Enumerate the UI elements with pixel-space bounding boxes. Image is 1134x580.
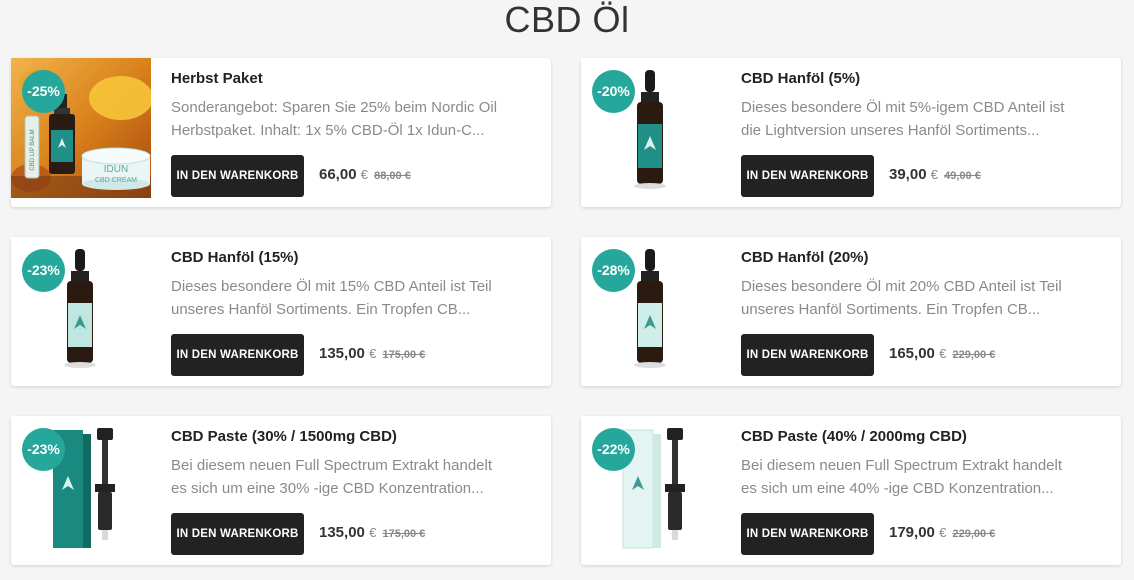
product-title[interactable]: CBD Paste (40% / 2000mg CBD)	[741, 428, 967, 445]
add-to-cart-button[interactable]: IN DEN WARENKORB	[171, 513, 304, 555]
old-price: 88,00 €	[374, 170, 411, 182]
cream-name-label: CBD CREAM	[95, 177, 137, 184]
product-description: Dieses besondere Öl mit 15% CBD Anteil i…	[171, 275, 531, 321]
discount-badge: -28%	[592, 249, 635, 292]
product-description: Bei diesem neuen Full Spectrum Extrakt h…	[741, 454, 1101, 500]
product-card-paste-40: -22% CBD Paste (40% / 2000mg CBD) Bei di…	[581, 416, 1121, 565]
description-line-2: unseres Hanföl Sortiments. Ein Tropfen C…	[171, 301, 471, 318]
price-block: 135,00 € 175,00 €	[319, 524, 425, 541]
description-line-2: Herbstpaket. Inhalt: 1x 5% CBD-Öl 1x Idu…	[171, 122, 485, 139]
discount-badge: -22%	[592, 428, 635, 471]
current-price: 135,00	[319, 345, 365, 362]
currency-symbol: €	[360, 167, 368, 182]
price-block: 135,00 € 175,00 €	[319, 345, 425, 362]
old-price: 229,00 €	[952, 349, 996, 361]
description-line-1: Dieses besondere Öl mit 20% CBD Anteil i…	[741, 278, 1062, 295]
product-card-hanfoel-5: -20% CBD Hanföl (5%) Dieses besondere Öl…	[581, 58, 1121, 207]
description-line-1: Bei diesem neuen Full Spectrum Extrakt h…	[741, 457, 1062, 474]
discount-badge: -25%	[22, 70, 65, 113]
description-line-1: Dieses besondere Öl mit 15% CBD Anteil i…	[171, 278, 492, 295]
product-card-paste-30: -23% CBD Paste (30% / 1500mg CBD) Bei di…	[11, 416, 551, 565]
description-line-2: unseres Hanföl Sortiments. Ein Tropfen C…	[741, 301, 1041, 318]
add-to-cart-button[interactable]: IN DEN WARENKORB	[171, 334, 304, 376]
page-title: CBD Öl	[504, 0, 630, 40]
current-price: 165,00	[889, 345, 935, 362]
current-price: 179,00	[889, 524, 935, 541]
description-line-2: es sich um eine 40% -ige CBD Konzentrati…	[741, 480, 1054, 497]
old-price: 175,00 €	[382, 528, 426, 540]
add-to-cart-button[interactable]: IN DEN WARENKORB	[741, 155, 874, 197]
product-card-hanfoel-15: -23% CBD Hanföl (15%) Dieses besondere Ö…	[11, 237, 551, 386]
lip-balm-label: CBD LIP BALM	[30, 129, 36, 170]
price-block: 66,00 € 88,00 €	[319, 166, 411, 183]
description-line-2: die Lightversion unseres Hanföl Sortimen…	[741, 122, 1040, 139]
currency-symbol: €	[369, 525, 377, 540]
description-line-1: Dieses besondere Öl mit 5%-igem CBD Ante…	[741, 99, 1065, 116]
description-line-1: Sonderangebot: Sparen Sie 25% beim Nordi…	[171, 99, 498, 116]
discount-badge: -20%	[592, 70, 635, 113]
add-to-cart-button[interactable]: IN DEN WARENKORB	[741, 334, 874, 376]
description-line-1: Bei diesem neuen Full Spectrum Extrakt h…	[171, 457, 492, 474]
currency-symbol: €	[939, 346, 947, 361]
price-block: 39,00 € 49,00 €	[889, 166, 981, 183]
old-price: 49,00 €	[944, 170, 981, 182]
description-line-2: es sich um eine 30% -ige CBD Konzentrati…	[171, 480, 484, 497]
old-price: 229,00 €	[952, 528, 996, 540]
product-title[interactable]: CBD Hanföl (20%)	[741, 249, 869, 266]
currency-symbol: €	[369, 346, 377, 361]
product-description: Dieses besondere Öl mit 20% CBD Anteil i…	[741, 275, 1101, 321]
product-title[interactable]: CBD Hanföl (15%)	[171, 249, 299, 266]
product-title[interactable]: Herbst Paket	[171, 70, 263, 87]
price-block: 165,00 € 229,00 €	[889, 345, 995, 362]
product-description: Dieses besondere Öl mit 5%-igem CBD Ante…	[741, 96, 1101, 142]
discount-badge: -23%	[22, 249, 65, 292]
product-card-hanfoel-20: -28% CBD Hanföl (20%) Dieses besondere Ö…	[581, 237, 1121, 386]
price-block: 179,00 € 229,00 €	[889, 524, 995, 541]
current-price: 66,00	[319, 166, 357, 183]
add-to-cart-button[interactable]: IN DEN WARENKORB	[741, 513, 874, 555]
add-to-cart-button[interactable]: IN DEN WARENKORB	[171, 155, 304, 197]
cream-brand-label: IDUN	[104, 164, 128, 175]
discount-badge: -23%	[22, 428, 65, 471]
product-card-herbst-paket: CBD LIP BALM IDUN CBD CREAM -25% Herbst …	[11, 58, 551, 207]
old-price: 175,00 €	[382, 349, 426, 361]
product-description: Sonderangebot: Sparen Sie 25% beim Nordi…	[171, 96, 531, 142]
current-price: 39,00	[889, 166, 927, 183]
product-title[interactable]: CBD Paste (30% / 1500mg CBD)	[171, 428, 397, 445]
product-title[interactable]: CBD Hanföl (5%)	[741, 70, 860, 87]
currency-symbol: €	[930, 167, 938, 182]
product-description: Bei diesem neuen Full Spectrum Extrakt h…	[171, 454, 531, 500]
currency-symbol: €	[939, 525, 947, 540]
current-price: 135,00	[319, 524, 365, 541]
